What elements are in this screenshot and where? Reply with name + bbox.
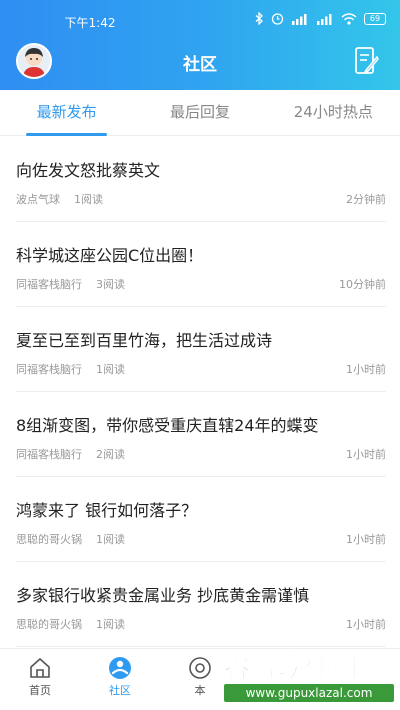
nav-community-label: 社区 [109, 684, 131, 697]
post-list: 向佐发文怒批蔡英文 波点气球 1阅读 2分钟前 科学城这座公园C位出圈！ 同福客栈… [0, 137, 400, 647]
avatar[interactable] [16, 43, 52, 79]
list-item[interactable]: 8组渐变图，带你感受重庆直辖24年的蝶变 同福客栈脑行 2阅读 1小时前 [16, 392, 386, 477]
post-author: 同福客栈脑行 [16, 278, 82, 291]
app-header: 下午1:42 69 社区 [0, 0, 400, 90]
status-icons: 69 [255, 12, 386, 25]
nav-home[interactable]: 首页 [0, 649, 80, 710]
watermark-url: www.gupuxlazal.com [224, 684, 394, 702]
tab-last-reply[interactable]: 最后回复 [133, 90, 266, 135]
list-item[interactable]: 科学城这座公园C位出圈！ 同福客栈脑行 3阅读 10分钟前 [16, 222, 386, 307]
status-time: 下午1:42 [64, 16, 116, 30]
post-time: 2分钟前 [346, 193, 386, 206]
nav-community[interactable]: 社区 [80, 649, 160, 710]
post-author: 同福客栈脑行 [16, 448, 82, 461]
post-time: 1小时前 [346, 448, 386, 461]
compose-button[interactable] [354, 46, 380, 76]
post-meta: 同福客栈脑行 1阅读 [16, 361, 125, 377]
post-author: 同福客栈脑行 [16, 363, 82, 376]
local-icon [189, 657, 211, 679]
tab-24h-hot[interactable]: 24小时热点 [267, 90, 400, 135]
post-reads: 1阅读 [96, 533, 125, 546]
post-title: 鸿蒙来了 银行如何落子？ [16, 501, 198, 520]
post-title: 科学城这座公园C位出圈！ [16, 246, 204, 265]
post-time: 10分钟前 [339, 278, 386, 291]
post-title: 夏至已至到百里竹海，把生活过成诗 [16, 331, 273, 350]
list-item[interactable]: 向佐发文怒批蔡英文 波点气球 1阅读 2分钟前 [16, 137, 386, 222]
status-bar: 下午1:42 69 [0, 0, 400, 40]
post-reads: 1阅读 [96, 363, 125, 376]
post-time: 1小时前 [346, 618, 386, 631]
list-item[interactable]: 夏至已至到百里竹海，把生活过成诗 同福客栈脑行 1阅读 1小时前 [16, 307, 386, 392]
alarm-icon [271, 13, 284, 25]
post-author: 波点气球 [16, 193, 60, 206]
post-meta: 同福客栈脑行 2阅读 [16, 446, 125, 462]
post-time: 1小时前 [346, 533, 386, 546]
tab-bar: 最新发布 最后回复 24小时热点 [0, 90, 400, 136]
wifi-icon [341, 12, 357, 25]
nav-home-label: 首页 [29, 684, 51, 697]
post-meta: 波点气球 1阅读 [16, 191, 103, 207]
signal-icon [292, 13, 307, 25]
list-item[interactable]: 鸿蒙来了 银行如何落子？ 思聪的哥火锅 1阅读 1小时前 [16, 477, 386, 562]
post-author: 思聪的哥火锅 [16, 533, 82, 546]
watermark: 谷普软件园 www.gupuxlazal.com [214, 646, 400, 710]
page-title: 社区 [183, 55, 217, 75]
edit-icon [355, 47, 379, 74]
signal-icon-2 [317, 13, 332, 25]
community-icon [109, 657, 131, 679]
post-title: 向佐发文怒批蔡英文 [16, 161, 161, 180]
post-meta: 思聪的哥火锅 1阅读 [16, 531, 125, 547]
watermark-title: 谷普软件园 [223, 654, 360, 685]
post-title: 8组渐变图，带你感受重庆直辖24年的蝶变 [16, 416, 319, 435]
post-reads: 2阅读 [96, 448, 125, 461]
battery-icon: 69 [364, 12, 386, 25]
tab-latest[interactable]: 最新发布 [0, 90, 133, 136]
post-author: 思聪的哥火锅 [16, 618, 82, 631]
post-reads: 1阅读 [96, 618, 125, 631]
post-title: 多家银行收紧贵金属业务 抄底黄金需谨慎 [16, 586, 310, 605]
post-time: 1小时前 [346, 363, 386, 376]
home-icon [30, 658, 50, 678]
post-reads: 3阅读 [96, 278, 125, 291]
post-meta: 同福客栈脑行 3阅读 [16, 276, 125, 292]
list-item[interactable]: 多家银行收紧贵金属业务 抄底黄金需谨慎 思聪的哥火锅 1阅读 1小时前 [16, 562, 386, 647]
bluetooth-icon [255, 12, 263, 25]
post-meta: 思聪的哥火锅 1阅读 [16, 616, 125, 632]
post-reads: 1阅读 [74, 193, 103, 206]
